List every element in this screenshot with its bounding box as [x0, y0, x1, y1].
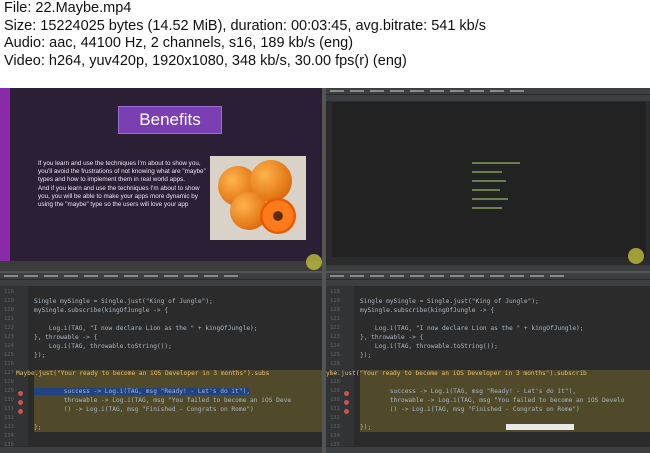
breakpoint-icon[interactable]: [344, 391, 349, 396]
file-name: File: 22.Maybe.mp4: [4, 0, 132, 16]
breakpoint-icon[interactable]: [344, 400, 349, 405]
slide-bullet-1: If you learn and use the techniques I'm …: [38, 160, 206, 184]
slide-bullets: If you learn and use the techniques I'm …: [38, 160, 208, 209]
audio-info: Audio: aac, 44100 Hz, 2 channels, s16, 1…: [4, 35, 354, 51]
cursor-highlight: [628, 248, 644, 264]
line-gutter: 118 119 120 121 122 123 124 125 126 127 …: [0, 286, 28, 448]
breakpoint-icon[interactable]: [18, 391, 23, 396]
oranges-image: [210, 156, 306, 240]
breakpoint-icon[interactable]: [18, 409, 23, 414]
ide-menubar: [326, 273, 650, 280]
slide-thumbnail: Benefits If you learn and use the techni…: [0, 88, 322, 271]
code-editor[interactable]: Single mySingle = Single.just("King of J…: [326, 286, 650, 446]
slide-bullet-2: And if you learn and use the techniques …: [38, 184, 200, 209]
slide-title: Benefits: [118, 106, 222, 134]
ide-thumbnail-left: 118 119 120 121 122 123 124 125 126 127 …: [0, 273, 322, 453]
video-stream-info: Video: h264, yuv420p, 1920x1080, 348 kb/…: [4, 52, 407, 69]
breakpoint-icon[interactable]: [344, 409, 349, 414]
ide-menubar: [0, 273, 322, 280]
ide-thumbnail-top: [326, 88, 650, 271]
run-panel: [332, 102, 646, 257]
ide-statusbar: [326, 447, 650, 453]
ide-thumbnail-right: 118 119 120 121 122 123 124 125 126 127 …: [326, 273, 650, 453]
thumbnail-grid: Benefits If you learn and use the techni…: [0, 88, 650, 453]
file-size-duration: Size: 15224025 bytes (14.52 MiB), durati…: [4, 17, 487, 34]
breakpoint-icon[interactable]: [18, 400, 23, 405]
slide-accent-bar: [0, 88, 10, 271]
ide-toolbar: [326, 95, 650, 101]
ide-statusbar: [0, 447, 322, 453]
taskbar: [0, 261, 322, 271]
ide-statusbar: [326, 265, 650, 271]
video-info: File: 22.Maybe.mp4 Size: 15224025 bytes …: [4, 0, 644, 70]
line-gutter: 118 119 120 121 122 123 124 125 126 127 …: [326, 286, 354, 448]
ide-menubar: [326, 88, 650, 95]
code-editor[interactable]: Single mySingle = Single.just("King of J…: [16, 286, 322, 446]
cursor-highlight: [306, 254, 322, 270]
tooltip: [506, 424, 574, 430]
